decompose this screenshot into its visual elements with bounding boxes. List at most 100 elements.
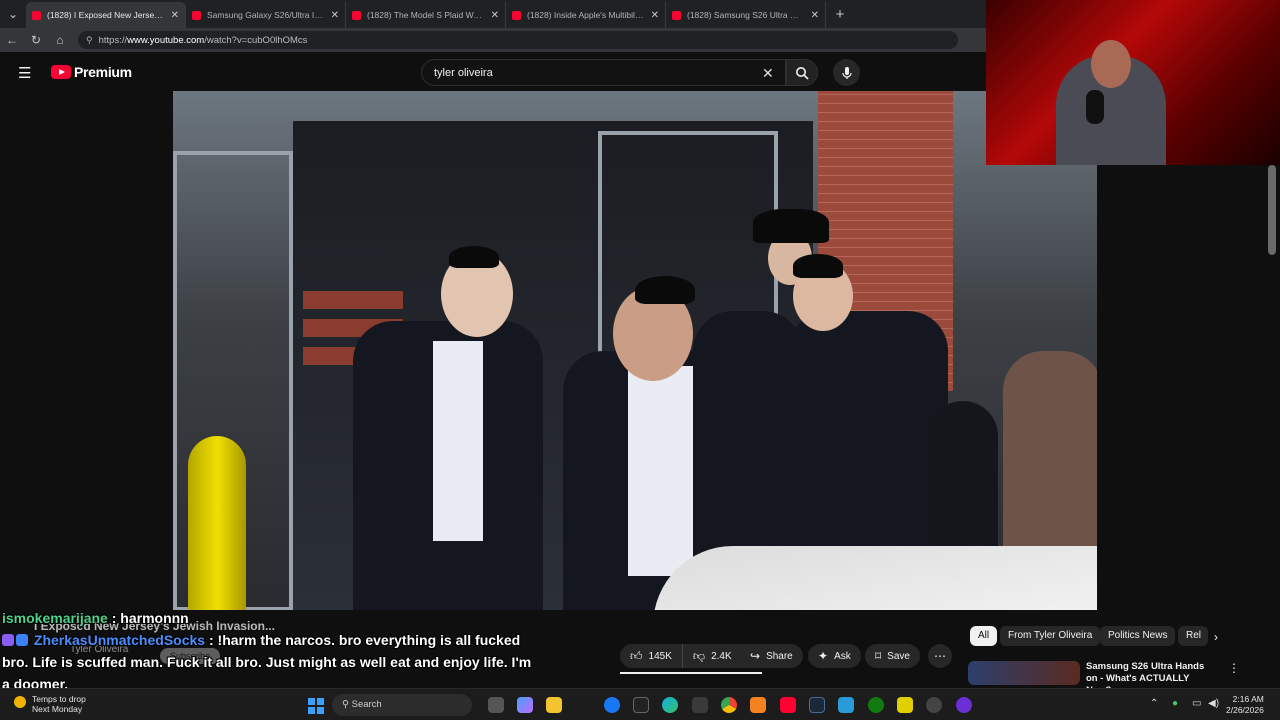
like-button[interactable]: 👍︎ 145K xyxy=(620,644,682,668)
volume-icon[interactable]: ◀) xyxy=(1208,698,1219,709)
thumbs-up-icon: 👍︎ xyxy=(630,648,643,663)
store-shelf xyxy=(303,291,403,309)
browser-tab[interactable]: (1828) Samsung S26 Ultra Hands ✕ xyxy=(666,2,826,28)
chat-message: ismokemarijane : harmonnn xyxy=(2,610,189,626)
browser-tab[interactable]: (1828) The Model S Plaid Walked ✕ xyxy=(346,2,506,28)
xbox-icon[interactable] xyxy=(868,697,884,713)
tray-chevron-up-icon[interactable]: ⌃ xyxy=(1150,698,1158,709)
tab-close-icon[interactable]: ✕ xyxy=(171,10,179,21)
search-input[interactable]: tyler oliveira xyxy=(421,59,786,86)
youtube-icon[interactable] xyxy=(780,697,796,713)
thumbs-down-icon: 👎︎ xyxy=(692,648,706,663)
search-icon xyxy=(796,66,809,80)
weather-widget[interactable]: Temps to drop Next Monday xyxy=(14,694,86,714)
url-path: /watch?v=cubO0lhOMcs xyxy=(204,34,308,46)
search-button[interactable] xyxy=(786,59,818,86)
like-ratio-bar xyxy=(620,672,762,674)
youtube-favicon-icon xyxy=(352,10,361,20)
tab-close-icon[interactable]: ✕ xyxy=(811,10,819,21)
ask-button[interactable]: ✦ Ask xyxy=(808,644,861,668)
url-field[interactable]: ⚲ https://www.youtube.com/watch?v=cubO0l… xyxy=(78,31,958,49)
chat-message: ZherkasUnmatchedSocks : !harm the narcos… xyxy=(2,632,532,692)
settings-gear-icon[interactable] xyxy=(926,697,942,713)
obs-icon[interactable] xyxy=(956,697,972,713)
video-frame[interactable] xyxy=(173,91,1097,610)
tab-title: (1828) The Model S Plaid Walked xyxy=(367,10,485,20)
home-icon[interactable]: ⌂ xyxy=(48,33,72,47)
file-explorer-icon[interactable] xyxy=(546,697,562,713)
clock-time: 2:16 AM xyxy=(1232,694,1264,704)
page-scrollbar[interactable] xyxy=(1268,165,1276,255)
weather-line-1: Temps to drop xyxy=(32,694,86,704)
app-icon[interactable] xyxy=(897,697,913,713)
chat-text: harmonnn xyxy=(120,610,189,626)
reload-icon[interactable]: ↻ xyxy=(24,33,48,47)
voice-search-button[interactable] xyxy=(833,59,860,86)
more-actions-icon[interactable]: ⋯ xyxy=(928,644,952,668)
dislike-button[interactable]: 👎︎ 2.4K xyxy=(681,644,742,668)
bookmark-icon: ⌑ xyxy=(875,649,882,663)
windows-start-icon[interactable] xyxy=(308,698,324,714)
tab-close-icon[interactable]: ✕ xyxy=(651,10,659,21)
browser-tab[interactable]: (1828) Inside Apple's Multibillion ✕ xyxy=(506,2,666,28)
new-tab-plus-icon[interactable]: + xyxy=(826,6,854,23)
hamburger-menu-icon[interactable]: ☰ xyxy=(18,64,31,82)
back-arrow-icon[interactable]: ← xyxy=(0,33,24,47)
app-icon[interactable] xyxy=(750,697,766,713)
child-figure xyxy=(928,401,998,561)
edge-icon[interactable] xyxy=(662,697,678,713)
chip-from-channel[interactable]: From Tyler Oliveira xyxy=(1000,626,1101,646)
browser-tab-strip: ⌄ (1828) I Exposed New Jersey's Jew ✕ Sa… xyxy=(0,0,986,28)
browser-tab[interactable]: (1828) I Exposed New Jersey's Jew ✕ xyxy=(26,2,186,28)
chrome-icon[interactable] xyxy=(721,697,737,713)
recommendation-thumbnail[interactable] xyxy=(968,661,1080,685)
clear-search-icon[interactable]: ✕ xyxy=(762,65,774,82)
dislike-count: 2.4K xyxy=(711,650,732,662)
sparkle-icon: ✦ xyxy=(818,649,829,663)
network-icon[interactable]: ▭ xyxy=(1192,698,1201,709)
weather-icon xyxy=(14,696,26,708)
steam-icon[interactable] xyxy=(809,697,825,713)
youtube-favicon-icon xyxy=(32,10,41,20)
chip-all[interactable]: All xyxy=(970,626,998,646)
chip-politics-news[interactable]: Politics News xyxy=(1100,626,1176,646)
share-button[interactable]: ↪ Share xyxy=(740,644,803,668)
tab-title: (1828) Samsung S26 Ultra Hands xyxy=(687,10,805,20)
chat-badge-icon xyxy=(16,634,28,646)
kippah xyxy=(635,276,695,304)
car-hood xyxy=(653,546,1097,610)
tab-close-icon[interactable]: ✕ xyxy=(331,10,339,21)
copilot-icon[interactable] xyxy=(517,697,533,713)
save-label: Save xyxy=(887,650,910,662)
youtube-favicon-icon xyxy=(512,10,521,20)
youtube-premium-logo[interactable]: Premium xyxy=(51,64,132,80)
kebab-menu-icon[interactable]: ⋮ xyxy=(1228,661,1240,675)
youtube-header: ☰ Premium tyler oliveira ✕ xyxy=(0,52,986,92)
clock-date: 2/26/2026 xyxy=(1226,705,1264,715)
share-arrow-icon: ↪ xyxy=(750,649,761,663)
task-view-icon[interactable] xyxy=(488,697,504,713)
shirt xyxy=(628,366,698,576)
youtube-favicon-icon xyxy=(192,10,201,20)
tray-microphone-icon[interactable]: ● xyxy=(1172,698,1178,709)
webcam-overlay xyxy=(986,0,1280,165)
taskbar-search-box[interactable]: ⚲ Search xyxy=(332,694,472,716)
youtube-favicon-icon xyxy=(672,10,681,20)
tab-search-chevron-icon[interactable]: ⌄ xyxy=(0,0,26,28)
tab-title: (1828) I Exposed New Jersey's Jew xyxy=(47,10,165,20)
chevron-right-icon[interactable]: › xyxy=(1214,630,1218,644)
logo-text: Premium xyxy=(74,64,132,80)
ask-label: Ask xyxy=(834,650,851,662)
amazon-icon[interactable] xyxy=(633,697,649,713)
tab-close-icon[interactable]: ✕ xyxy=(491,10,499,21)
facebook-icon[interactable] xyxy=(604,697,620,713)
calculator-icon[interactable] xyxy=(692,697,708,713)
save-button[interactable]: ⌑ Save xyxy=(865,644,920,668)
browser-tab[interactable]: Samsung Galaxy S26/Ultra Impre ✕ xyxy=(186,2,346,28)
chip-related[interactable]: Rel xyxy=(1178,626,1208,646)
windows-taskbar: Temps to drop Next Monday ⚲ Search ⌃ ● ▭… xyxy=(0,688,1280,720)
site-info-icon[interactable]: ⚲ xyxy=(86,35,93,46)
system-clock[interactable]: 2:16 AM 2/26/2026 xyxy=(1226,694,1264,716)
tab-title: (1828) Inside Apple's Multibillion xyxy=(527,10,645,20)
app-icon[interactable] xyxy=(838,697,854,713)
